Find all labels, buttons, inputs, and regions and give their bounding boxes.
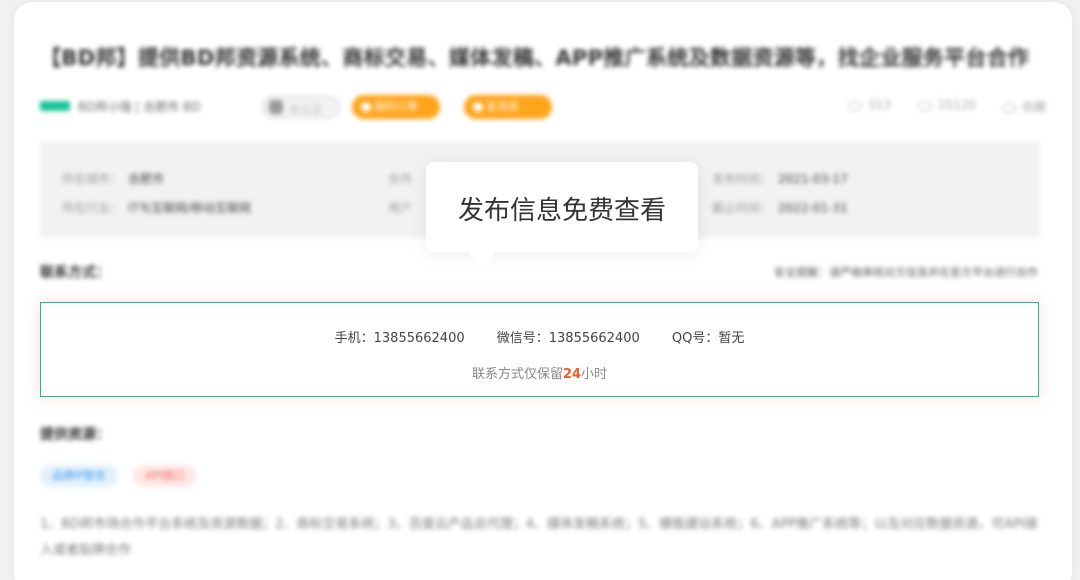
blurred-content: 【BD邦】提供BD邦资源系统、商标交易、媒体发稿、APP推广系统及数据资源等，找… (14, 2, 1072, 580)
phone-number[interactable]: 手机：13855662400 (335, 331, 465, 346)
page-title: 【BD邦】提供BD邦资源系统、商标交易、媒体发稿、APP推广系统及数据资源等，找… (40, 46, 1030, 70)
detail-card: 【BD邦】提供BD邦资源系统、商标交易、媒体发稿、APP推广系统及数据资源等，找… (14, 2, 1072, 580)
contact-details: 手机：13855662400 微信号：13855662400 QQ号：暂无 (41, 327, 1038, 346)
resources-label: 提供资源： (40, 427, 110, 443)
likes-stat: 313 (848, 98, 891, 112)
chat-icon (473, 102, 483, 112)
resource-tag[interactable]: API接口 (132, 465, 197, 487)
views-stat: 25120 (918, 98, 976, 112)
city-info: 所在城市： 合肥市 (62, 172, 165, 186)
verify-tag: 未认证 (262, 96, 340, 118)
tooltip-text: 发布信息免费查看 (457, 196, 666, 226)
star-icon (1002, 102, 1016, 113)
publish-info: 发布时间： 2021-03-17 (712, 172, 848, 186)
industry-info: 所在行业： IT与互联网/移动互联网 (62, 201, 251, 215)
meta-row: BD邦小强 | 合肥市 BD 未认证 我的订单 发消息 313 25120 收藏 (40, 94, 1050, 120)
play-icon (361, 102, 371, 112)
contact-box: 手机：13855662400 微信号：13855662400 QQ号：暂无 联系… (40, 302, 1039, 397)
resource-tags: 品牌IP联合 API接口 (40, 464, 206, 487)
company-name[interactable]: BD邦小强 | 合肥市 BD (78, 98, 200, 115)
message-button[interactable]: 发消息 (464, 95, 552, 119)
free-view-tooltip: 发布信息免费查看 (426, 162, 698, 270)
deadline-info: 截止时间： 2022-01-31 (712, 201, 848, 215)
qq-number: QQ号：暂无 (671, 331, 745, 346)
resource-description: 1、BD邦市场合作平台系统及资源数据；2、商标交易系统；3、百度云产品总代理；4… (40, 517, 1038, 558)
thumb-icon (848, 100, 862, 111)
user-icon (269, 100, 283, 114)
resource-tag[interactable]: 品牌IP联合 (40, 465, 118, 487)
eye-icon (918, 100, 932, 111)
contact-label: 联系方式： (40, 265, 110, 281)
company-logo (40, 101, 70, 111)
favorite-button[interactable]: 收藏 (1002, 98, 1046, 115)
coop-info: 合作 (388, 172, 413, 186)
order-button[interactable]: 我的订单 (352, 95, 440, 119)
wechat-id[interactable]: 微信号：13855662400 (497, 331, 640, 346)
safety-notice: 安全提醒：请严格审核对方信息并在官方平台进行合作 (774, 266, 1038, 279)
user-info: 用户 (388, 201, 413, 215)
contact-retention-note: 联系方式仅保留24小时 (471, 367, 608, 382)
